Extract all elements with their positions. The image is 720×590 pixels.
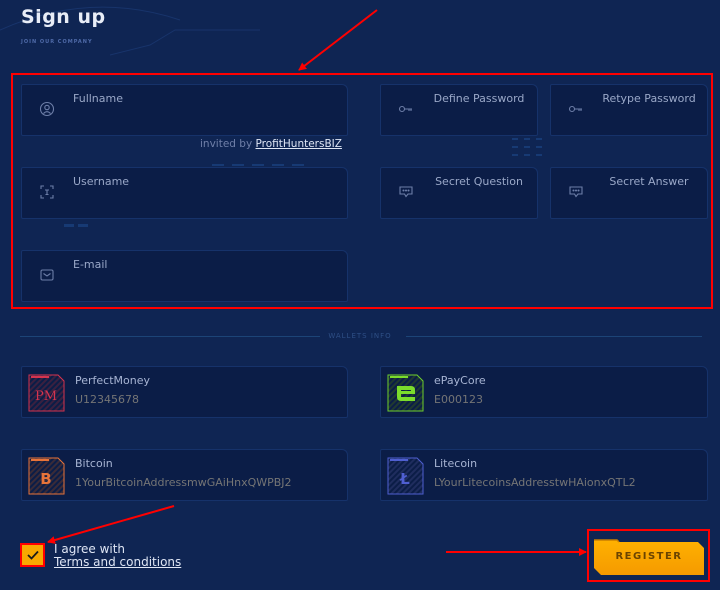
- page-title: Sign up: [21, 6, 106, 28]
- wallet-litecoin[interactable]: Ł Litecoin: [380, 449, 708, 501]
- secret-question-label: Secret Question: [435, 175, 523, 188]
- epaycore-address-input[interactable]: [434, 393, 704, 406]
- register-button[interactable]: REGISTER: [593, 536, 705, 576]
- litecoin-logo-icon: Ł: [387, 457, 424, 495]
- agree-checkbox[interactable]: [20, 543, 45, 567]
- terms-link[interactable]: Terms and conditions: [54, 556, 181, 569]
- invited-by-text: invited by ProfitHuntersBIZ: [200, 138, 342, 150]
- envelope-icon: [39, 267, 55, 283]
- wallets-info-heading: WALLETS INFO: [328, 332, 392, 340]
- svg-text:Ł: Ł: [399, 470, 410, 488]
- define-password-field[interactable]: Define Password: [380, 84, 538, 136]
- retype-password-label: Retype Password: [602, 92, 696, 105]
- invited-prefix: invited by: [200, 138, 253, 150]
- perfectmoney-address-input[interactable]: [75, 393, 345, 406]
- fullname-field[interactable]: Fullname: [21, 84, 348, 136]
- litecoin-address-input[interactable]: [434, 476, 704, 489]
- email-field[interactable]: E-mail: [21, 250, 348, 302]
- wallet-name: PerfectMoney: [75, 374, 151, 387]
- face-scan-icon: [39, 184, 55, 200]
- wallet-name: Litecoin: [434, 457, 478, 470]
- retype-password-field[interactable]: Retype Password: [550, 84, 708, 136]
- inviter-link[interactable]: ProfitHuntersBIZ: [256, 138, 342, 150]
- checkmark-icon: [26, 550, 39, 560]
- secret-answer-label: Secret Answer: [609, 175, 689, 188]
- agree-text: I agree with Terms and conditions: [54, 543, 181, 569]
- perfectmoney-logo-icon: PM: [28, 374, 65, 412]
- secret-answer-field[interactable]: Secret Answer: [550, 167, 708, 219]
- wallet-epaycore[interactable]: ePayCore: [380, 366, 708, 418]
- page-subtitle: JOIN OUR COMPANY: [21, 39, 93, 45]
- epaycore-logo-icon: [387, 374, 424, 412]
- svg-text:B: B: [40, 470, 51, 488]
- wallet-perfectmoney[interactable]: PM PerfectMoney: [21, 366, 348, 418]
- wallet-name: ePayCore: [434, 374, 486, 387]
- bitcoin-logo-icon: B: [28, 457, 65, 495]
- bitcoin-address-input[interactable]: [75, 476, 345, 489]
- username-label: Username: [73, 175, 130, 188]
- email-label: E-mail: [73, 258, 108, 271]
- secret-question-field[interactable]: Secret Question: [380, 167, 538, 219]
- user-circle-icon: [39, 101, 55, 117]
- define-password-label: Define Password: [433, 92, 525, 105]
- wallet-name: Bitcoin: [75, 457, 113, 470]
- agree-label: I agree with: [54, 542, 126, 556]
- wallet-bitcoin[interactable]: B Bitcoin: [21, 449, 348, 501]
- username-field[interactable]: Username: [21, 167, 348, 219]
- svg-text:PM: PM: [35, 389, 57, 404]
- fullname-label: Fullname: [73, 92, 124, 105]
- register-label: REGISTER: [615, 550, 683, 562]
